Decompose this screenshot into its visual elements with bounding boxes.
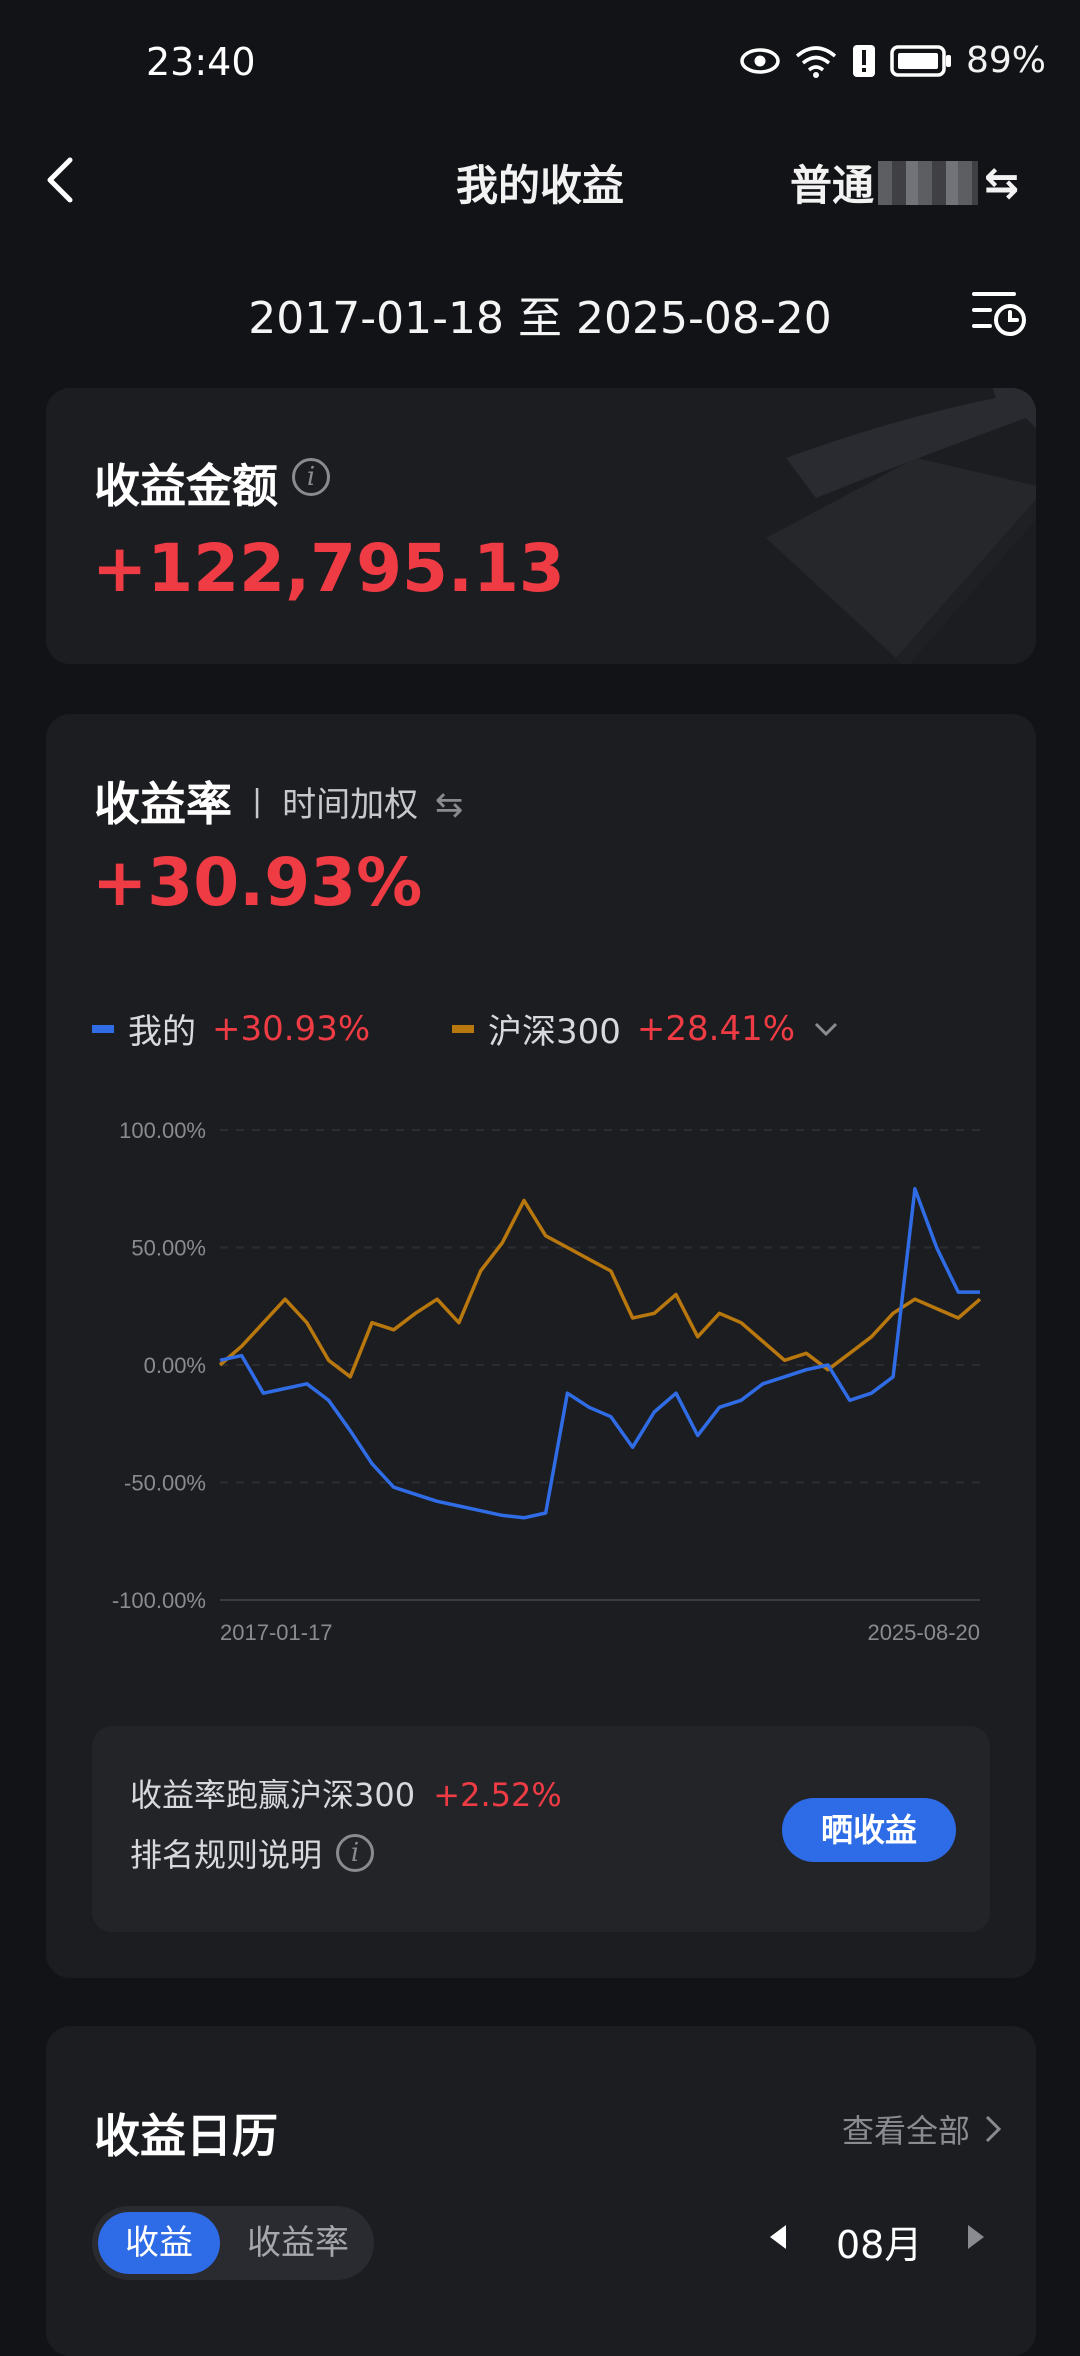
- wifi-icon: [795, 45, 837, 78]
- earnings-amount: +122,795.13: [92, 530, 565, 607]
- series-line-mine: [219, 1187, 980, 1520]
- battery-icon: [890, 44, 951, 77]
- caret-right-icon: [968, 2225, 984, 2249]
- share-earnings-button[interactable]: 晒收益: [782, 1798, 956, 1862]
- earnings-label: 收益金额: [94, 459, 278, 513]
- month-label: 08月: [836, 2223, 923, 2267]
- return-chart[interactable]: 100.00% 50.00% 0.00% -50.00% -100.00% 2017-01…: [46, 714, 1036, 1714]
- view-all-label: 查看全部: [841, 2112, 970, 2150]
- battery-percent: 89%: [965, 40, 1046, 81]
- ranking-rules-label: 排名规则说明: [130, 1836, 323, 1874]
- ranking-rules-link[interactable]: 排名规则说明 i: [130, 1830, 375, 1876]
- account-switcher[interactable]: 普通 ⇆: [790, 152, 1019, 213]
- view-all-link[interactable]: 查看全部: [842, 2106, 1002, 2152]
- return-rate-card: 收益率 | 时间加权 ⇆ +30.93% 我的 +30.93% 沪深300 +2…: [46, 714, 1036, 1978]
- growth-arrow-decoration: [766, 388, 1036, 664]
- tab-earnings[interactable]: 收益: [98, 2212, 220, 2274]
- account-name: 普通: [790, 161, 875, 210]
- chevron-right-icon: [985, 2115, 1002, 2143]
- info-icon: i: [336, 1834, 375, 1872]
- info-icon[interactable]: i: [292, 458, 330, 496]
- status-time: 23:40: [146, 40, 256, 84]
- status-icons: 89%: [740, 40, 1046, 81]
- redacted-account-id: [878, 160, 979, 205]
- eye-icon: [740, 47, 780, 74]
- history-filter-button[interactable]: [970, 280, 1030, 340]
- y-tick-label: 0.00%: [144, 1353, 206, 1378]
- earnings-card: 收益金额 i +122,795.13: [46, 388, 1036, 664]
- beat-text: 收益率跑赢沪深300: [130, 1776, 416, 1814]
- list-clock-icon: [972, 292, 1026, 336]
- earnings-calendar-card: 收益日历 查看全部: [46, 2026, 1036, 2356]
- y-tick-label: -50.00%: [124, 1471, 206, 1496]
- x-tick-label-end: 2025-08-20: [867, 1620, 980, 1645]
- alert-icon: [852, 44, 875, 77]
- series-line-benchmark: [218, 1198, 982, 1379]
- beat-text-row: 收益率跑赢沪深300 +2.52%: [130, 1770, 562, 1816]
- calendar-title: 收益日历: [94, 2109, 278, 2163]
- tab-return-rate[interactable]: 收益率: [230, 2212, 366, 2274]
- beat-value: +2.52%: [433, 1776, 562, 1814]
- prev-month-button[interactable]: [766, 2222, 790, 2256]
- x-tick-label-start: 2017-01-17: [220, 1620, 333, 1645]
- y-tick-label: 50.00%: [131, 1236, 206, 1261]
- next-month-button[interactable]: [964, 2222, 988, 2256]
- swap-icon: ⇆: [984, 158, 1020, 207]
- y-tick-label: 100.00%: [119, 1118, 206, 1143]
- y-tick-label: -100.00%: [112, 1588, 206, 1613]
- caret-left-icon: [770, 2225, 786, 2249]
- date-range[interactable]: 2017-01-18 至 2025-08-20: [0, 282, 1080, 346]
